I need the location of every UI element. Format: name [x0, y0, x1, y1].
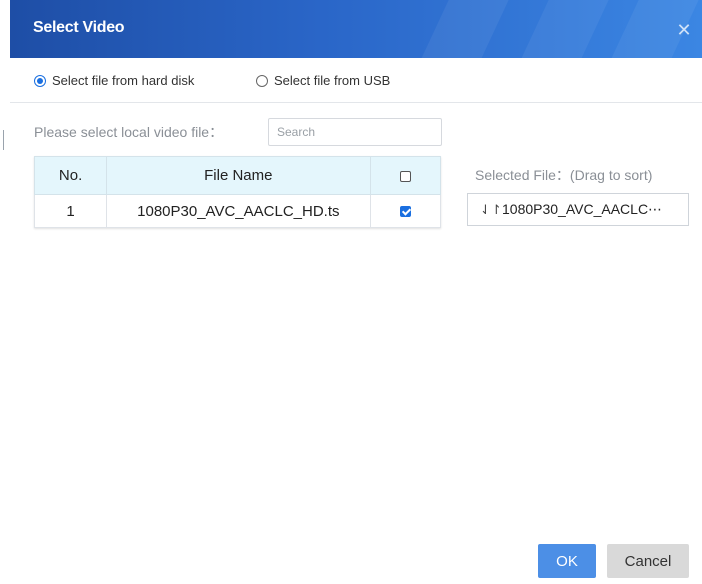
radio-selected-icon[interactable]	[34, 74, 46, 87]
selected-file-item[interactable]: ⇃↾ 1080P30_AVC_AACLC⋯	[468, 194, 688, 225]
radio-hard-disk[interactable]: Select file from hard disk	[34, 73, 194, 88]
source-selector: Select file from hard disk Select file f…	[10, 58, 702, 103]
row-select-cell	[369, 194, 442, 228]
table-row[interactable]: 1 1080P30_AVC_AACLC_HD.ts	[33, 194, 442, 228]
select-all-checkbox[interactable]	[399, 170, 411, 182]
ok-button[interactable]: OK	[538, 544, 596, 578]
dialog-title-bar[interactable]: Select Video ✕	[10, 0, 702, 58]
selected-file-list: ⇃↾ 1080P30_AVC_AACLC⋯	[467, 193, 689, 226]
cancel-button[interactable]: Cancel	[607, 544, 689, 578]
column-header-no: No.	[33, 156, 108, 195]
row-number: 1	[33, 194, 108, 228]
background-divider	[3, 130, 4, 150]
radio-usb[interactable]: Select file from USB	[256, 73, 390, 88]
column-header-file-name: File Name	[106, 156, 371, 195]
radio-hard-disk-label: Select file from hard disk	[52, 73, 195, 88]
title-bar-decoration	[402, 0, 518, 58]
search-input[interactable]	[268, 118, 442, 146]
sort-arrows-icon[interactable]: ⇃↾	[480, 202, 502, 218]
radio-unselected-icon[interactable]	[256, 74, 268, 87]
radio-usb-label: Select file from USB	[274, 73, 391, 88]
select-video-dialog: Select Video ✕ Select file from hard dis…	[10, 0, 702, 584]
file-table: No. File Name 1 1080P30_AVC_AACLC_HD.ts	[33, 156, 442, 228]
row-checkbox[interactable]	[399, 206, 411, 218]
table-header-row: No. File Name	[33, 156, 442, 195]
close-icon[interactable]: ✕	[674, 20, 694, 40]
row-file-name: 1080P30_AVC_AACLC_HD.ts	[106, 194, 371, 228]
local-file-label: Please select local video file：	[34, 124, 224, 140]
selected-file-name: 1080P30_AVC_AACLC⋯	[502, 201, 663, 217]
dialog-title: Select Video	[33, 19, 125, 36]
title-bar-decoration	[502, 0, 618, 58]
column-header-select	[369, 156, 442, 195]
background-window-edge	[0, 0, 10, 584]
selected-file-label: Selected File：(Drag to sort)	[475, 167, 653, 183]
